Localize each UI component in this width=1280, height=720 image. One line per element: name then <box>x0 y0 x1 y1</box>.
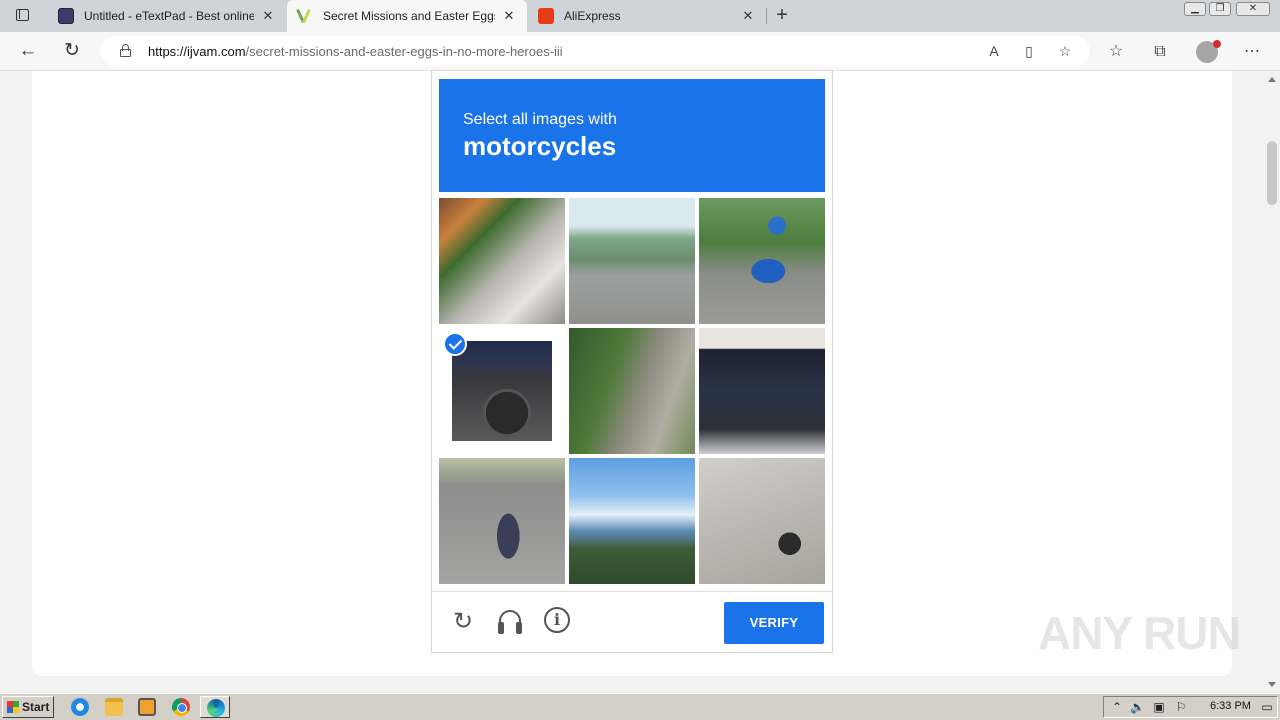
close-icon[interactable]: ✕ <box>260 8 276 24</box>
tile-image <box>569 458 695 584</box>
captcha-tile-3[interactable] <box>699 198 825 324</box>
show-hidden-icons-icon[interactable]: ⌃ <box>1110 700 1124 714</box>
taskbar: Start ⌃ 🔈 ▣ ⚐ 6:33 PM ▭ <box>0 693 1280 720</box>
captcha-tile-5[interactable] <box>569 328 695 454</box>
vertical-scrollbar[interactable] <box>1264 71 1280 693</box>
tile-image <box>439 458 565 584</box>
scroll-thumb[interactable] <box>1267 141 1277 205</box>
captcha-tile-8[interactable] <box>569 458 695 584</box>
close-icon[interactable]: ✕ <box>740 8 756 24</box>
file-explorer-icon[interactable] <box>105 698 123 716</box>
tab-strip: Untitled - eTextPad - Best online N ✕ Se… <box>0 0 1280 32</box>
tab-aliexpress[interactable]: AliExpress ✕ <box>528 0 766 32</box>
back-arrow-icon[interactable]: ← <box>16 40 40 64</box>
aliexpress-icon <box>538 8 554 24</box>
tile-image <box>699 458 825 584</box>
info-icon[interactable]: i <box>544 607 570 633</box>
action-center-flag-icon[interactable]: ⚐ <box>1174 700 1188 714</box>
window-close-button[interactable]: ✕ <box>1236 2 1270 16</box>
read-aloud-icon[interactable]: A <box>984 42 1004 60</box>
tab-title: AliExpress <box>564 9 621 23</box>
profile-avatar[interactable] <box>1196 40 1221 63</box>
captcha-tile-4[interactable] <box>439 328 565 454</box>
windows-logo-icon <box>7 701 19 713</box>
captcha-prompt: Select all images with <box>463 111 617 128</box>
close-icon[interactable]: ✕ <box>501 8 517 24</box>
system-tray: ⌃ 🔈 ▣ ⚐ 6:33 PM <box>1103 696 1278 718</box>
lock-icon[interactable] <box>120 44 131 57</box>
captcha-tile-1[interactable] <box>439 198 565 324</box>
refresh-icon[interactable]: ↻ <box>60 40 84 64</box>
captcha-tile-9[interactable] <box>699 458 825 584</box>
tile-image <box>699 328 825 454</box>
show-desktop-icon[interactable]: ▭ <box>1260 700 1274 714</box>
tab-divider <box>766 8 767 24</box>
taskbar-clock[interactable]: 6:33 PM <box>1210 700 1251 712</box>
collections-icon[interactable]: ⧉ <box>1149 41 1171 63</box>
volume-icon[interactable]: 🔈 <box>1130 700 1145 714</box>
address-bar[interactable]: https://ijvam.com/secret-missions-and-ea… <box>100 36 1090 66</box>
captcha-header: Select all images with motorcycles <box>439 79 825 192</box>
new-tab-button[interactable]: + <box>772 5 792 26</box>
internet-explorer-icon[interactable] <box>71 698 89 716</box>
start-button[interactable]: Start <box>2 696 54 718</box>
tile-image <box>569 198 695 324</box>
tab-title: Secret Missions and Easter Eggs in <box>323 9 495 23</box>
tile-image <box>569 328 695 454</box>
page-viewport: Select all images with motorcycles ↻ i V… <box>0 71 1264 693</box>
verify-button[interactable]: VERIFY <box>724 602 824 644</box>
captcha-tile-6[interactable] <box>699 328 825 454</box>
network-icon[interactable]: ▣ <box>1152 700 1166 714</box>
tab-secret-missions[interactable]: Secret Missions and Easter Eggs in ✕ <box>287 0 527 32</box>
favorites-icon[interactable]: ☆ <box>1105 41 1127 63</box>
media-player-icon[interactable] <box>138 698 156 716</box>
captcha-tile-2[interactable] <box>569 198 695 324</box>
restore-button[interactable]: ❐ <box>1209 2 1231 16</box>
audio-challenge-icon[interactable] <box>498 610 522 634</box>
more-menu-icon[interactable]: ⋯ <box>1241 41 1263 63</box>
start-label: Start <box>22 700 50 714</box>
reload-icon[interactable]: ↻ <box>448 607 478 637</box>
immersive-reader-icon[interactable]: ▯ <box>1019 42 1039 60</box>
tab-actions-icon[interactable] <box>10 6 34 26</box>
anyrun-watermark: ANY RUN <box>1038 607 1241 659</box>
address-toolbar: ← ↻ https://ijvam.com/secret-missions-an… <box>0 32 1280 71</box>
captcha-footer: ↻ i VERIFY <box>432 591 832 653</box>
etextpad-icon <box>58 8 74 24</box>
scroll-up-arrow-icon[interactable] <box>1268 77 1276 82</box>
captcha-target: motorcycles <box>463 131 617 161</box>
tile-image <box>452 341 552 441</box>
edge-icon <box>207 699 225 717</box>
add-favorite-icon[interactable]: ☆ <box>1055 42 1075 60</box>
tab-etextpad[interactable]: Untitled - eTextPad - Best online N ✕ <box>48 0 286 32</box>
ijvam-icon <box>297 8 313 24</box>
tab-title: Untitled - eTextPad - Best online N <box>84 9 254 23</box>
captcha-widget: Select all images with motorcycles ↻ i V… <box>431 71 833 653</box>
chrome-icon[interactable] <box>172 698 190 716</box>
scroll-down-arrow-icon[interactable] <box>1268 682 1276 687</box>
url-host: https://ijvam.com <box>148 44 246 59</box>
minimize-button[interactable]: ▁ <box>1184 2 1206 16</box>
url-text[interactable]: https://ijvam.com/secret-missions-and-ea… <box>148 44 563 59</box>
url-path: /secret-missions-and-easter-eggs-in-no-m… <box>245 44 563 59</box>
taskbar-edge-button[interactable] <box>200 696 230 718</box>
tile-image <box>439 198 565 324</box>
tile-image <box>699 198 825 324</box>
selected-check-icon <box>443 332 467 356</box>
captcha-tile-7[interactable] <box>439 458 565 584</box>
